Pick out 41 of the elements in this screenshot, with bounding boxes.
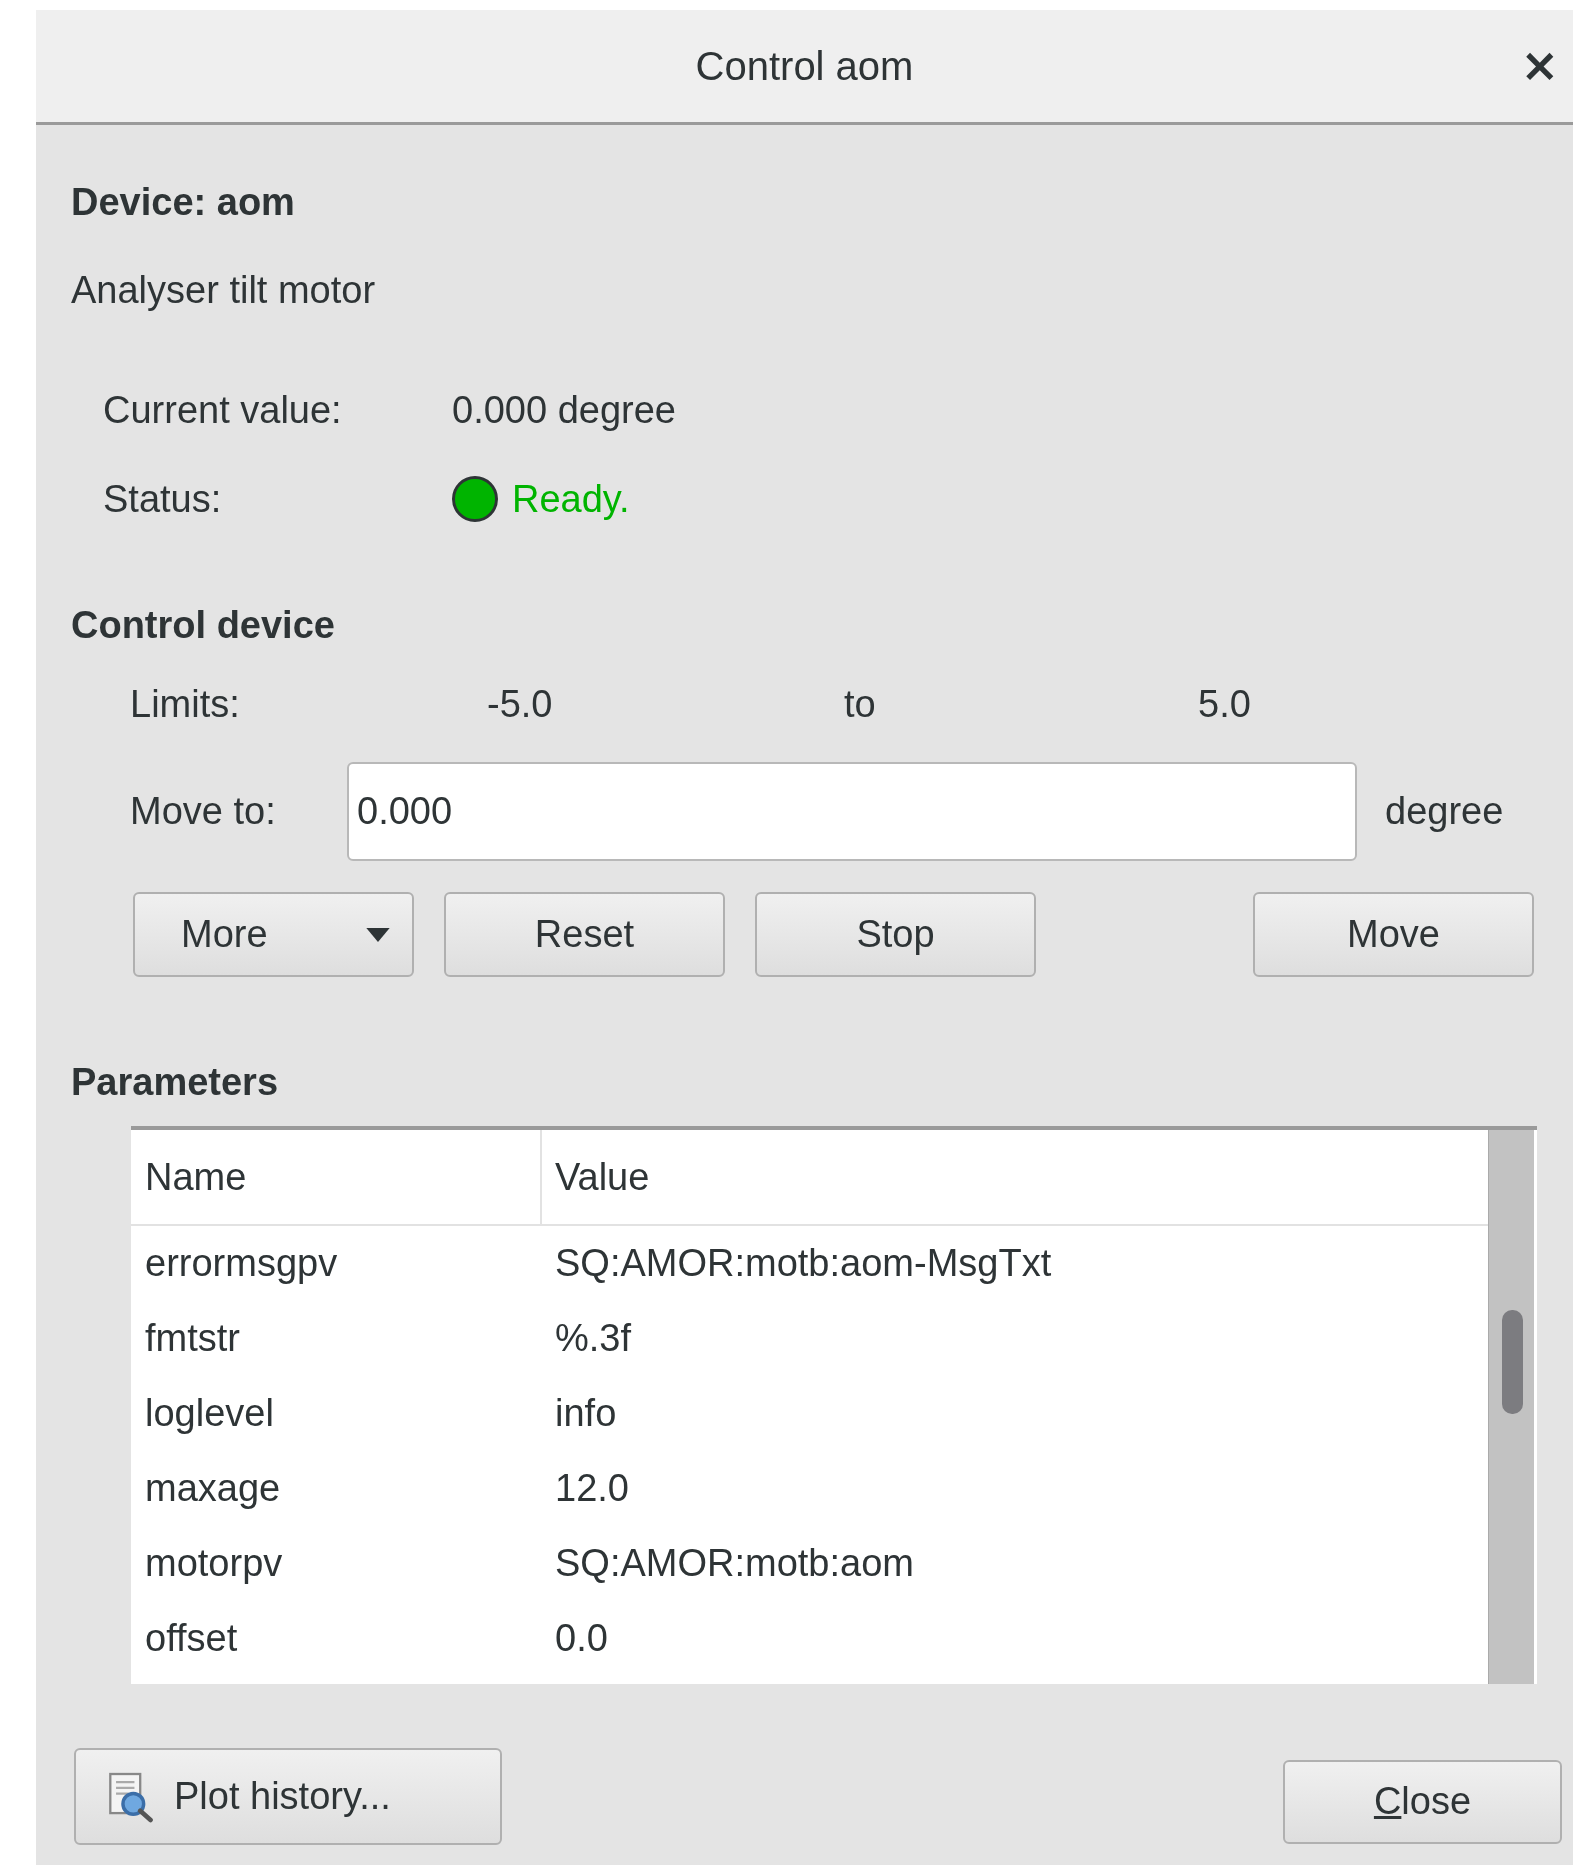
table-cell-text: offset [144,1617,239,1660]
table-cell-text: %.3f [554,1317,632,1360]
status-text: Ready. [512,477,630,522]
action-button[interactable]: Stop [755,892,1036,977]
plot-history-button[interactable]: Plot history... [74,1748,502,1845]
move-to-label: Move to: [130,790,277,833]
scrollbar-thumb[interactable] [1502,1310,1523,1414]
limits-label: Limits: [130,682,241,727]
table-cell-text: SQ:AMOR:motb:aom-MsgTxt [554,1242,1052,1285]
scrollbar[interactable] [1488,1130,1537,1684]
section-heading: Control device [71,603,335,648]
window-title: Control aom [695,43,914,89]
unit-label: degree [1385,790,1504,833]
limit-min: -5.0 [487,682,554,727]
field-label: Current value: [103,388,343,433]
field-label: Status: [103,477,223,522]
limits-separator: to [844,682,877,727]
table-cell-text: 12.0 [554,1467,629,1510]
column-header[interactable]: Name [131,1130,542,1224]
table-cell-text: motorpv [144,1542,284,1585]
action-button[interactable]: Move [1253,892,1534,977]
document-magnifier-icon [108,1770,154,1823]
dropdown-button[interactable]: More [133,892,414,977]
table-cell-text: fmtstr [144,1317,241,1360]
limit-max: 5.0 [1198,682,1251,727]
device-heading: Device: aom [71,180,295,225]
table-cell-text: loglevel [144,1392,275,1435]
move-to-field[interactable]: 0.000 [347,762,1357,861]
close-button[interactable]: × [1514,40,1565,90]
section-heading: Parameters [71,1060,279,1105]
field-value: 0.000 degree [452,388,676,433]
table-cell-text: SQ:AMOR:motb:aom [554,1542,914,1585]
close-dialog-button[interactable]: Close [1283,1759,1562,1844]
device-description: Analyser tilt motor [71,268,376,313]
table-cell-text: maxage [144,1467,282,1510]
table-cell-text: errormsgpv [144,1242,339,1285]
table-cell-text: 0.0 [554,1617,608,1660]
table-cell-text: info [554,1392,617,1435]
caret-icon [366,927,390,942]
action-button[interactable]: Reset [444,892,725,977]
column-header[interactable]: Value [542,1130,650,1224]
